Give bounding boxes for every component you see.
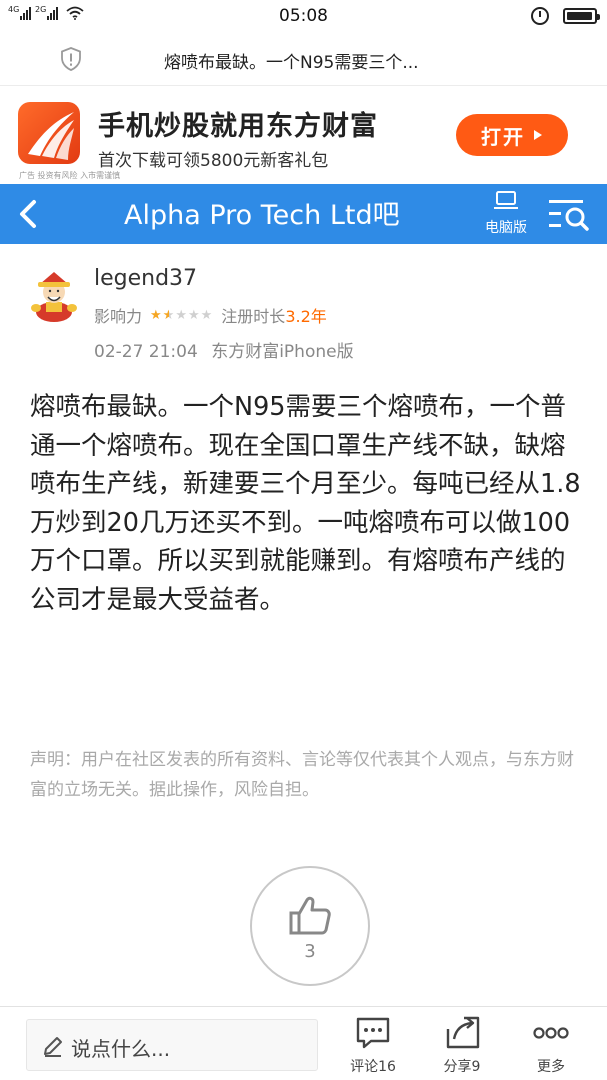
- alarm-icon: [531, 7, 549, 25]
- rating-star: ★: [175, 307, 188, 323]
- open-app-label: 打开: [481, 124, 525, 149]
- registration-value: 3.2年: [285, 307, 327, 326]
- shield-icon[interactable]: [60, 47, 82, 71]
- more-button[interactable]: 更多: [519, 1015, 583, 1075]
- more-label: 更多: [537, 1059, 565, 1075]
- post-content: 熔喷布最缺。一个N95需要三个熔喷布，一个普通一个熔喷布。现在全国口罩生产线不缺…: [30, 392, 581, 615]
- bottom-action-bar: 说点什么... 评论16 分享9 更多: [0, 1006, 607, 1080]
- pencil-icon: [44, 1037, 62, 1057]
- like-count: 3: [304, 941, 316, 962]
- influence-label: 影响力: [94, 307, 143, 326]
- clock: 05:08: [279, 6, 328, 26]
- registration-label: 注册时长: [221, 307, 286, 326]
- open-app-button[interactable]: 打开: [456, 114, 568, 156]
- post-meta: 02-27 21:04 东方财富iPhone版: [94, 337, 354, 362]
- battery-level: [567, 12, 592, 20]
- app-download-banner[interactable]: 手机炒股就用东方财富 首次下载可领5800元新客礼包 广告 投资有风险 入市需谨…: [0, 86, 607, 184]
- eastmoney-logo-icon[interactable]: [18, 102, 80, 164]
- author-name[interactable]: legend37: [94, 266, 197, 291]
- back-arrow-icon[interactable]: [14, 196, 44, 232]
- ad-disclaimer: 广告 投资有风险 入市需谨慎: [19, 171, 121, 180]
- search-list-icon[interactable]: [547, 194, 591, 234]
- share-button[interactable]: 分享9: [430, 1015, 494, 1075]
- reply-input[interactable]: 说点什么...: [26, 1019, 318, 1071]
- post-source: 东方财富iPhone版: [211, 342, 354, 362]
- page-title[interactable]: 熔喷布最缺。一个N95需要三个...: [164, 48, 419, 73]
- comment-button[interactable]: 评论16: [341, 1015, 405, 1075]
- monitor-icon: [494, 191, 518, 209]
- thumbs-up-icon: [289, 896, 331, 935]
- more-dots-icon: [533, 1027, 569, 1039]
- author-meta: 影响力 ★ ★ ★ ★ ★ 注册时长 3.2年: [94, 303, 327, 327]
- forum-nav-bar: Alpha Pro Tech Ltd吧 电脑版: [0, 184, 607, 244]
- forum-title: Alpha Pro Tech Ltd吧: [124, 200, 400, 231]
- desktop-version-button[interactable]: 电脑版: [478, 190, 534, 238]
- comment-label: 评论16: [350, 1059, 396, 1075]
- comment-icon: [356, 1017, 390, 1049]
- rating-star: ★: [200, 307, 214, 323]
- battery-icon: [563, 8, 600, 24]
- post-date: 02-27 21:04: [94, 342, 198, 362]
- influence-rating: ★ ★ ★ ★ ★: [150, 308, 213, 323]
- ad-title[interactable]: 手机炒股就用东方财富: [98, 104, 378, 143]
- share-label: 分享9: [443, 1059, 481, 1075]
- desktop-version-label: 电脑版: [485, 220, 527, 236]
- browser-url-bar[interactable]: 熔喷布最缺。一个N95需要三个...: [0, 34, 607, 86]
- status-right: [531, 7, 600, 25]
- reply-placeholder: 说点什么...: [71, 1037, 171, 1061]
- logo-mark: [28, 112, 74, 160]
- rating-star: ★: [150, 307, 163, 323]
- play-arrow-icon: [534, 130, 542, 140]
- status-bar: 4G 2G 05:08: [0, 0, 607, 34]
- rating-star: ★: [162, 307, 176, 323]
- ad-subtitle[interactable]: 首次下载可领5800元新客礼包: [98, 146, 328, 171]
- like-button[interactable]: 3: [250, 866, 370, 986]
- avatar[interactable]: [28, 268, 80, 324]
- rating-star: ★: [187, 307, 201, 323]
- disclaimer: 声明：用户在社区发表的所有资料、言论等仅代表其个人观点，与东方财富的立场无关。据…: [30, 750, 574, 800]
- share-icon: [446, 1016, 480, 1049]
